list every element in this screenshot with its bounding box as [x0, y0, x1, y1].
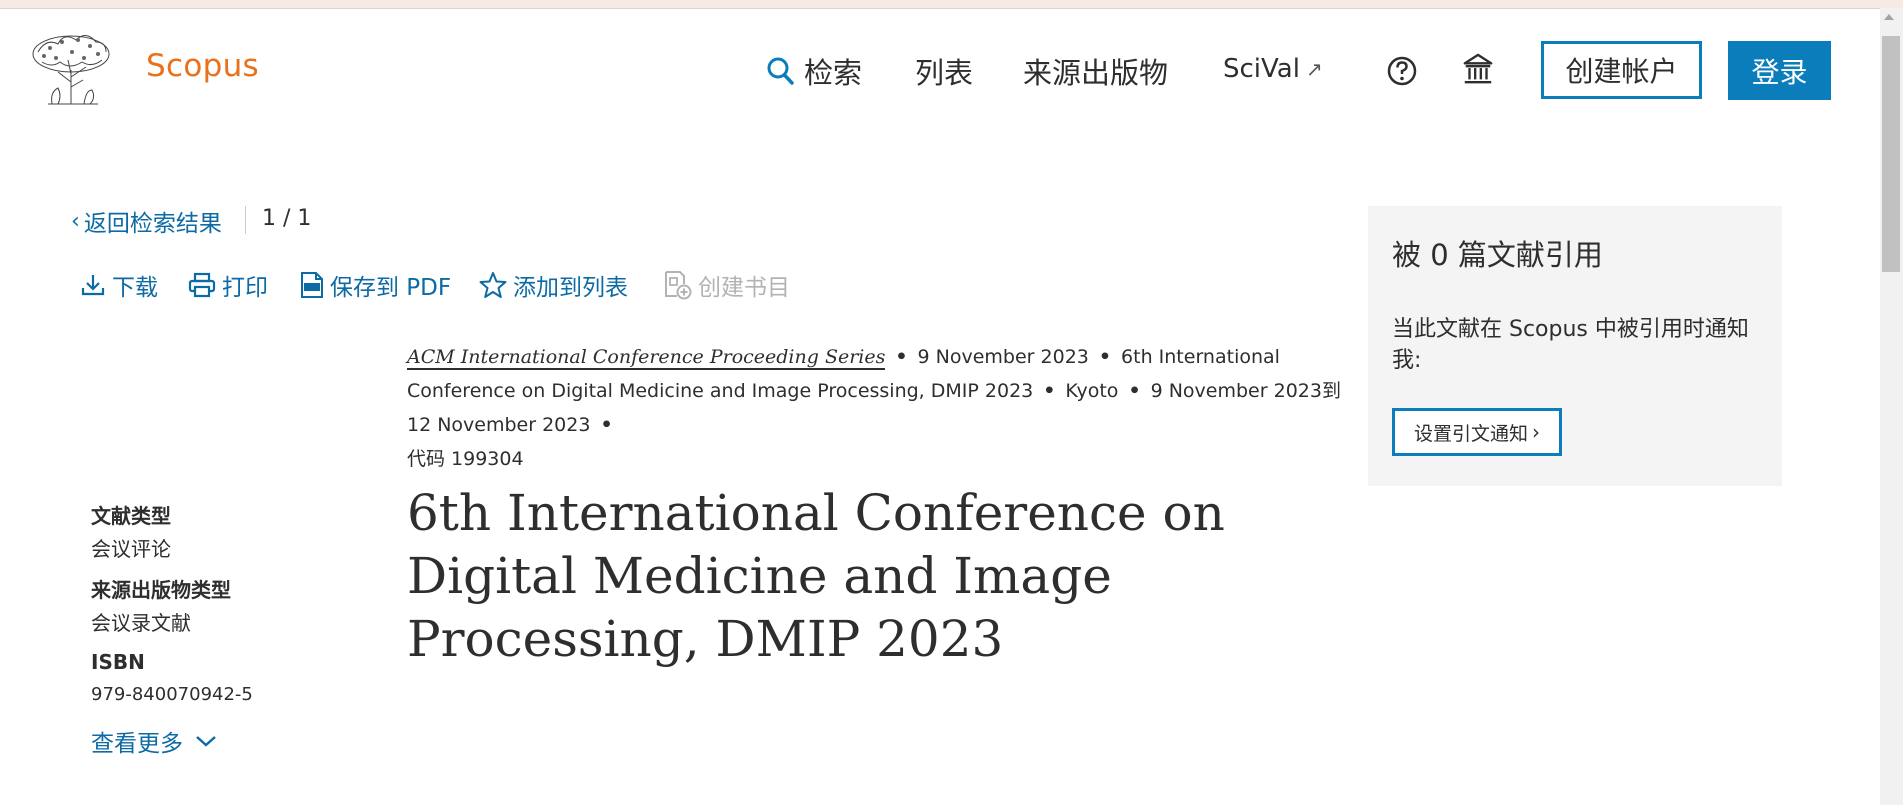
print-icon — [188, 272, 216, 298]
result-pager: 1 / 1 — [262, 206, 312, 231]
print-button[interactable]: 打印 — [188, 268, 268, 302]
add-to-list-label: 添加到列表 — [513, 275, 628, 301]
separator-dot: • — [600, 414, 613, 436]
pdf-icon — [301, 272, 323, 298]
help-icon[interactable] — [1385, 54, 1419, 88]
bibliography-icon — [665, 271, 692, 300]
star-icon — [479, 272, 507, 298]
citation-alert-description: 当此文献在 Scopus 中被引用时通知我: — [1392, 317, 1749, 373]
download-icon — [81, 275, 105, 296]
browser-top-strip — [0, 0, 1903, 9]
create-bibliography-label: 创建书目 — [698, 275, 790, 301]
login-button[interactable]: 登录 — [1728, 41, 1831, 100]
citations-panel: 被 0 篇文献引用 当此文献在 Scopus 中被引用时通知我: 设置引文通知 … — [1368, 206, 1782, 486]
conference-code: 代码 199304 — [407, 448, 524, 470]
doc-type-label: 文献类型 — [91, 504, 171, 528]
source-type-value: 会议录文献 — [91, 611, 191, 635]
source-type-label: 来源出版物类型 — [91, 578, 231, 602]
separator-dot: • — [1128, 380, 1141, 402]
save-pdf-label: 保存到 PDF — [330, 275, 452, 301]
set-citation-alert-label: 设置引文通知 — [1413, 422, 1528, 445]
save-pdf-button[interactable]: 保存到 PDF — [300, 268, 451, 302]
scrollbar-thumb[interactable] — [1882, 36, 1900, 272]
document-title: 6th International Conference on Digital … — [407, 484, 1225, 668]
separator-dot: • — [1043, 380, 1056, 402]
cited-by-count: 被 0 篇文献引用 — [1392, 238, 1603, 272]
publication-date: 9 November 2023 — [917, 346, 1089, 368]
series-link[interactable]: ACM International Conference Proceeding … — [407, 346, 886, 370]
download-label: 下载 — [112, 275, 158, 301]
source-metadata: ACM International Conference Proceeding … — [407, 340, 1342, 476]
download-button[interactable]: 下载 — [80, 268, 158, 302]
show-more-label: 查看更多 — [91, 731, 183, 757]
doc-type-value: 会议评论 — [91, 537, 171, 561]
isbn-value: 979-840070942-5 — [91, 684, 253, 705]
nav-lists[interactable]: 列表 — [915, 50, 973, 92]
isbn-label: ISBN — [91, 650, 145, 674]
nav-scival[interactable]: SciVal ↗ — [1223, 54, 1323, 84]
conference-location: Kyoto — [1065, 380, 1119, 402]
external-link-icon: ↗ — [1305, 57, 1323, 81]
nav-scival-label: SciVal — [1223, 54, 1300, 84]
nav-search[interactable]: 检索 — [766, 50, 862, 92]
show-more-link[interactable]: 查看更多 — [91, 724, 217, 758]
chevron-left-icon: ‹ — [71, 208, 80, 234]
chevron-right-icon: › — [1532, 420, 1540, 444]
separator-dot: • — [1098, 346, 1112, 368]
create-account-button[interactable]: 创建帐户 — [1541, 41, 1702, 99]
create-bibliography-button: 创建书目 — [664, 268, 790, 302]
nav-search-label: 检索 — [804, 56, 863, 90]
print-label: 打印 — [222, 275, 268, 301]
add-to-list-button[interactable]: 添加到列表 — [479, 268, 628, 302]
search-icon — [767, 57, 794, 85]
institution-icon[interactable] — [1461, 52, 1495, 86]
set-citation-alert-button[interactable]: 设置引文通知 › — [1392, 408, 1562, 456]
separator-dot: • — [895, 346, 908, 368]
back-to-results-label: 返回检索结果 — [83, 211, 222, 237]
divider — [245, 206, 246, 234]
chevron-down-icon — [196, 736, 216, 747]
scroll-up-arrow[interactable] — [1884, 14, 1894, 20]
nav-sources[interactable]: 来源出版物 — [1023, 50, 1168, 92]
back-to-results-link[interactable]: ‹ 返回检索结果 — [71, 204, 222, 238]
elsevier-tree-logo[interactable] — [28, 32, 114, 106]
scopus-brand[interactable]: Scopus — [146, 48, 259, 84]
